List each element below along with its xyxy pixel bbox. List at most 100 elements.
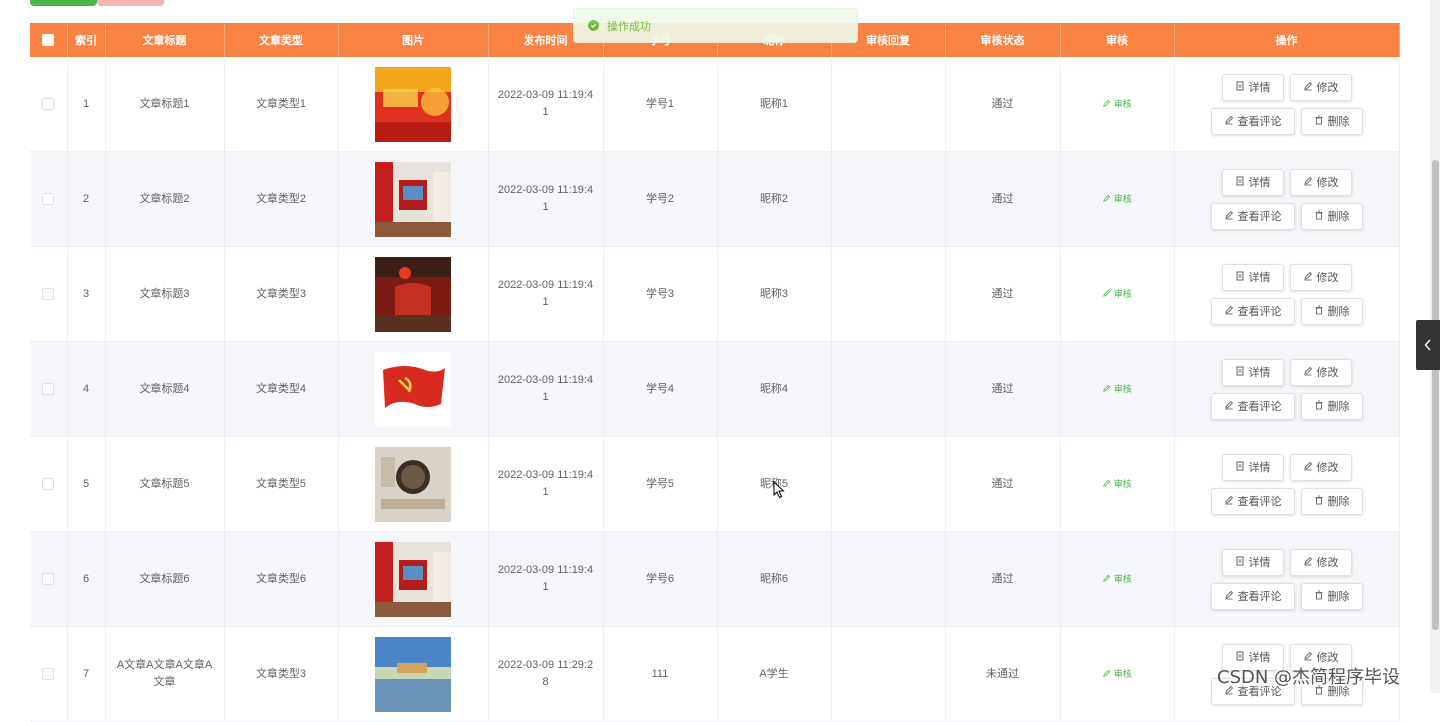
row-checkbox[interactable] <box>42 97 55 110</box>
detail-button[interactable]: 详情 <box>1221 168 1284 196</box>
view-comments-button[interactable]: 查看评论 <box>1210 582 1295 610</box>
row-select-cell[interactable] <box>30 246 68 342</box>
delete-button[interactable]: 删除 <box>1300 202 1363 230</box>
edit-icon <box>1224 590 1234 603</box>
cell-type: 文章类型3 <box>224 626 339 722</box>
row-checkbox[interactable] <box>42 477 55 490</box>
cell-nickname: 昵称3 <box>717 246 832 342</box>
edit-label: 修改 <box>1316 82 1339 94</box>
article-thumbnail[interactable] <box>375 256 451 332</box>
edit-label: 修改 <box>1316 367 1339 379</box>
detail-button[interactable]: 详情 <box>1221 358 1284 386</box>
header-title[interactable]: 文章标题 <box>105 23 225 57</box>
view-comments-button[interactable]: 查看评论 <box>1210 107 1295 135</box>
row-select-cell[interactable] <box>30 341 68 437</box>
detail-button[interactable]: 详情 <box>1221 73 1284 101</box>
row-checkbox[interactable] <box>42 192 55 205</box>
cell-nickname: 昵称1 <box>717 57 832 152</box>
header-audit[interactable]: 审核 <box>1060 23 1175 57</box>
article-thumbnail[interactable] <box>375 66 451 142</box>
article-thumbnail[interactable] <box>375 636 451 712</box>
row-select-cell[interactable] <box>30 626 68 722</box>
audit-label: 审核 <box>1113 478 1132 489</box>
audit-link[interactable]: 审核 <box>1102 99 1132 109</box>
cell-index: 5 <box>67 436 106 532</box>
delete-label: 删除 <box>1327 496 1350 508</box>
view-comments-button[interactable]: 查看评论 <box>1210 487 1295 515</box>
edit-button[interactable]: 修改 <box>1289 548 1352 576</box>
row-select-cell[interactable] <box>30 57 68 152</box>
delete-label: 删除 <box>1327 401 1350 413</box>
cell-image <box>338 436 489 532</box>
view-comments-button[interactable]: 查看评论 <box>1210 297 1295 325</box>
cell-audit: 审核 <box>1060 57 1175 152</box>
audit-link[interactable]: 审核 <box>1102 479 1132 489</box>
cell-image <box>338 57 489 152</box>
delete-button[interactable]: 删除 <box>1300 107 1363 135</box>
row-checkbox[interactable] <box>42 287 55 300</box>
trash-icon <box>1314 495 1324 508</box>
view-comments-button[interactable]: 查看评论 <box>1210 392 1295 420</box>
cell-student-id: 学号1 <box>603 57 718 152</box>
header-type[interactable]: 文章类型 <box>224 23 339 57</box>
audit-link[interactable]: 审核 <box>1102 289 1132 299</box>
row-select-cell[interactable] <box>30 436 68 532</box>
row-checkbox[interactable] <box>42 572 55 585</box>
delete-button[interactable]: 删除 <box>1300 392 1363 420</box>
detail-button[interactable]: 详情 <box>1221 263 1284 291</box>
edit-button[interactable]: 修改 <box>1289 453 1352 481</box>
cell-audit: 审核 <box>1060 151 1175 247</box>
scrollbar-thumb[interactable] <box>1432 160 1439 630</box>
audit-link[interactable]: 审核 <box>1102 194 1132 204</box>
delete-button[interactable]: 删除 <box>1300 582 1363 610</box>
edit-icon <box>1303 81 1313 94</box>
success-toast: 操作成功 <box>573 8 858 43</box>
cell-index: 2 <box>67 151 106 247</box>
cell-image <box>338 246 489 342</box>
delete-button[interactable]: 删除 <box>1300 297 1363 325</box>
audit-link[interactable]: 审核 <box>1102 574 1132 584</box>
audit-link[interactable]: 审核 <box>1102 384 1132 394</box>
article-thumbnail[interactable] <box>375 161 451 237</box>
data-table: 索引 文章标题 文章类型 图片 发布时间 学号 昵称 审核回复 审核状态 审核 … <box>30 23 1400 722</box>
edit-label: 修改 <box>1316 177 1339 189</box>
header-status[interactable]: 审核状态 <box>945 23 1061 57</box>
cell-status: 通过 <box>945 531 1061 627</box>
audit-link[interactable]: 审核 <box>1102 669 1132 679</box>
select-all-header[interactable] <box>30 23 68 57</box>
cell-type: 文章类型5 <box>224 436 339 532</box>
cell-reply <box>831 246 946 342</box>
header-image[interactable]: 图片 <box>338 23 489 57</box>
edit-button[interactable]: 修改 <box>1289 358 1352 386</box>
batch-delete-button[interactable] <box>97 0 164 6</box>
article-thumbnail[interactable] <box>375 446 451 522</box>
add-button[interactable] <box>30 0 97 6</box>
row-checkbox[interactable] <box>42 382 55 395</box>
sidebar-toggle-button[interactable] <box>1416 320 1440 370</box>
delete-label: 删除 <box>1327 211 1350 223</box>
row-checkbox[interactable] <box>42 667 55 680</box>
edit-button[interactable]: 修改 <box>1289 73 1352 101</box>
cell-index: 1 <box>67 57 106 152</box>
cell-nickname: 昵称6 <box>717 531 832 627</box>
chevron-left-icon <box>1424 339 1431 351</box>
delete-button[interactable]: 删除 <box>1300 487 1363 515</box>
cell-student-id: 学号4 <box>603 341 718 437</box>
edit-button[interactable]: 修改 <box>1289 263 1352 291</box>
detail-label: 详情 <box>1248 272 1271 284</box>
row-select-cell[interactable] <box>30 151 68 247</box>
select-all-checkbox[interactable] <box>42 34 55 47</box>
cell-student-id: 111 <box>603 626 718 722</box>
cell-image <box>338 626 489 722</box>
detail-button[interactable]: 详情 <box>1221 548 1284 576</box>
mouse-cursor-icon <box>773 481 785 499</box>
detail-button[interactable]: 详情 <box>1221 453 1284 481</box>
article-thumbnail[interactable] <box>375 351 451 427</box>
cell-status: 通过 <box>945 436 1061 532</box>
row-select-cell[interactable] <box>30 531 68 627</box>
edit-button[interactable]: 修改 <box>1289 168 1352 196</box>
article-thumbnail[interactable] <box>375 541 451 617</box>
header-index[interactable]: 索引 <box>67 23 106 57</box>
view-comments-button[interactable]: 查看评论 <box>1210 202 1295 230</box>
cell-nickname: 昵称4 <box>717 341 832 437</box>
